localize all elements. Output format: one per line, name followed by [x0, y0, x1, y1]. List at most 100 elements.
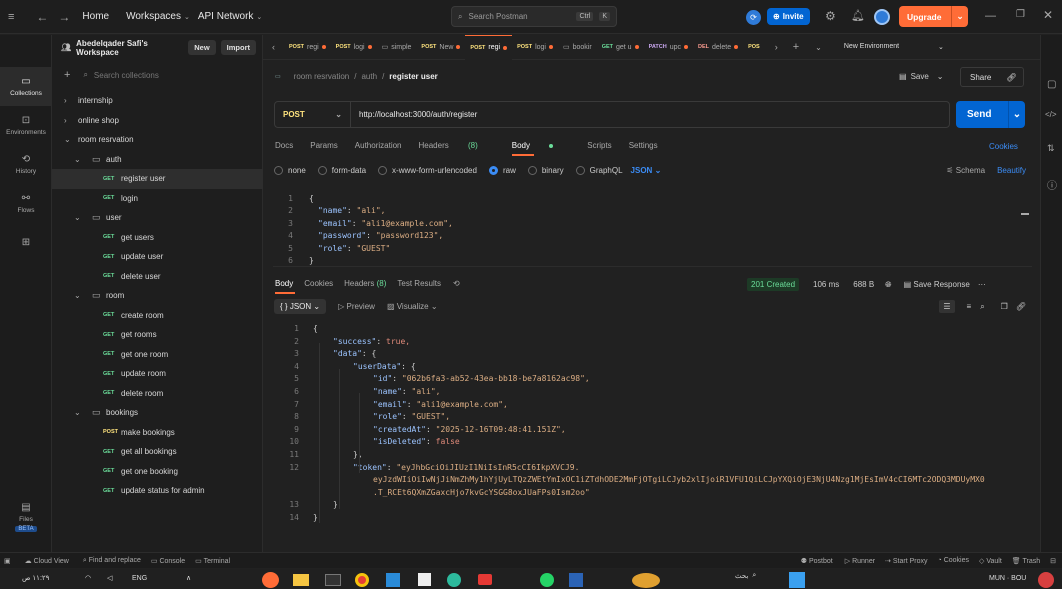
sidebar-request[interactable]: GET delete room [52, 384, 263, 404]
invite-button[interactable]: ⊕ Invite [767, 8, 810, 25]
copy-icon[interactable]: ❐ [1001, 302, 1008, 311]
language-select[interactable]: JSON ⌄ [631, 166, 662, 175]
sidebar-request[interactable]: GET register user [52, 169, 263, 189]
collections-search-input[interactable]: Search collections [94, 71, 159, 80]
environment-selector[interactable]: New Environment ⌄ [844, 43, 944, 51]
cloud-view-button[interactable]: ☁ Cloud View [25, 557, 69, 565]
find-replace-button[interactable]: ⌕ Find and replace [83, 557, 141, 565]
radio-raw[interactable]: raw [488, 166, 516, 176]
sidebar-collection[interactable]: › online shop [52, 111, 263, 131]
sidebar-request[interactable]: GET get users [52, 228, 263, 248]
send-button[interactable]: Send ⌄ [956, 101, 1025, 128]
global-search[interactable]: ⌕ Search Postman Ctrl K [451, 6, 617, 27]
save-response-button[interactable]: ▤ Save Response [904, 280, 970, 289]
vault-button[interactable]: ◇ Vault [979, 557, 1002, 565]
request-tab[interactable]: POS [743, 35, 768, 60]
runner-button[interactable]: ▷ Runner [845, 557, 875, 565]
app-explorer-icon[interactable] [293, 574, 309, 586]
clock[interactable]: ١١:٢٩ ص [22, 574, 49, 582]
request-tab[interactable]: POST logi [331, 35, 377, 60]
url-input[interactable]: http://localhost:3000/auth/register [359, 110, 477, 119]
app-notion-icon[interactable] [418, 573, 431, 586]
link-icon[interactable]: 🔗︎ [1006, 73, 1016, 82]
app-whatsapp-icon[interactable] [540, 573, 554, 587]
request-tab[interactable]: DEL delete [693, 35, 743, 60]
visualize-button[interactable]: ▨ Visualize ⌄ [387, 302, 438, 311]
chevron-up-icon[interactable]: ∧ [186, 574, 191, 582]
sidebar-request[interactable]: GET login [52, 189, 263, 209]
api-network-menu[interactable]: API Network ⌄ [198, 11, 262, 22]
app-word-icon[interactable] [569, 573, 583, 587]
status-badge[interactable]: 201 Created [747, 278, 800, 291]
related-icon[interactable]: ⇅ [1047, 143, 1055, 154]
rail-history[interactable]: ⟲ History [0, 145, 52, 184]
history-icon[interactable]: ⟲ [453, 279, 460, 288]
search-icon[interactable]: ⌕ [980, 302, 984, 312]
tab-body[interactable]: Body [511, 141, 570, 156]
request-tab[interactable]: POST logi [512, 35, 558, 60]
sidebar-request[interactable]: GET create room [52, 306, 263, 326]
filter-icon[interactable]: ≡ [967, 302, 972, 311]
sidebar-collection[interactable]: ⌄ room resrvation [52, 130, 263, 150]
layout-icon[interactable]: ⊟ [1050, 557, 1056, 565]
weather-icon[interactable] [1038, 572, 1054, 588]
request-tab[interactable]: PATCH upc [644, 35, 693, 60]
save-button[interactable]: ▤ Save ⌄ [899, 72, 944, 81]
sidebar-folder[interactable]: ⌄ ▭ auth [52, 150, 263, 170]
wifi-icon[interactable]: ◠ [85, 574, 91, 582]
radio-form-data[interactable]: form-data [317, 166, 366, 176]
add-icon[interactable]: + [64, 69, 70, 81]
resp-tab-test-results[interactable]: Test Results [397, 279, 441, 288]
close-icon[interactable]: ✕ [1043, 8, 1053, 22]
upgrade-button[interactable]: Upgrade ⌄ [899, 6, 968, 27]
request-body-editor[interactable]: 1 {2 "name": "ali", 3 "email": "ali1@example… [273, 192, 1032, 267]
app-postman-icon[interactable] [262, 572, 279, 588]
rail-collections[interactable]: ▭ Collections [0, 67, 52, 106]
resp-tab-cookies[interactable]: Cookies [304, 279, 333, 288]
sidebar-folder[interactable]: ⌄ ▭ bookings [52, 403, 263, 423]
info-icon[interactable]: ⓘ [1047, 177, 1057, 192]
sidebar-collection[interactable]: › internship [52, 91, 263, 111]
sidebar-request[interactable]: GET update status for admin [52, 481, 263, 501]
request-tab[interactable]: POST New [416, 35, 465, 60]
forward-arrow-icon[interactable]: → [58, 10, 70, 24]
chevron-down-icon[interactable]: ⌄ [807, 43, 830, 52]
share-button[interactable]: Share 🔗︎ [960, 67, 1024, 87]
taskbar-search[interactable]: بحث ⌕ [735, 572, 756, 580]
app-youtube-icon[interactable] [478, 574, 492, 585]
maximize-icon[interactable]: ❐ [1016, 9, 1025, 20]
globe-icon[interactable]: 🌐︎ [885, 280, 891, 290]
home-link[interactable]: Home [82, 11, 109, 22]
resp-tab-body[interactable]: Body [275, 279, 295, 294]
request-tab[interactable]: ▭ simple [377, 35, 417, 60]
rail-flows[interactable]: ⚯ Flows [0, 184, 52, 223]
cookies-link[interactable]: Cookies [989, 142, 1018, 151]
workspace-name[interactable]: Abedelqader Safi's Workspace [76, 39, 188, 57]
tab-docs[interactable]: Docs [275, 141, 293, 150]
start-windows-icon[interactable] [789, 572, 805, 588]
volume-icon[interactable]: ◁ [107, 574, 112, 582]
cookies-button[interactable]: ◔ Cookies [938, 557, 969, 564]
radio-binary[interactable]: binary [527, 166, 564, 176]
chevron-down-icon[interactable]: ⌄ [951, 6, 968, 27]
notifications-bell-icon[interactable]: 🔔︎ [851, 9, 865, 22]
radio-none[interactable]: none [274, 166, 306, 176]
sidebar-request[interactable]: GET update user [52, 247, 263, 267]
sync-icon[interactable]: ⟳ [746, 10, 761, 25]
preview-button[interactable]: ▷ Preview [338, 302, 375, 311]
response-time[interactable]: 106 ms [813, 280, 839, 289]
radio-urlencoded[interactable]: x-www-form-urlencoded [378, 166, 477, 176]
import-button[interactable]: Import [220, 40, 256, 55]
tab-settings[interactable]: Settings [629, 141, 658, 150]
settings-gear-icon[interactable]: ⚙ [825, 9, 836, 23]
tab-scripts[interactable]: Scripts [587, 141, 611, 150]
chevron-down-icon[interactable]: ⌄ [1008, 101, 1025, 128]
tab-authorization[interactable]: Authorization [355, 141, 402, 150]
comments-icon[interactable]: ▢ [1047, 79, 1056, 90]
sidebar-request[interactable]: POST make bookings [52, 423, 263, 443]
more-icon[interactable]: ··· [978, 280, 986, 289]
sidebar-request[interactable]: GET get one booking [52, 462, 263, 482]
request-tab[interactable]: POST regi [465, 34, 513, 60]
request-tab[interactable]: ▭ bookir [558, 35, 597, 60]
sidebar-request[interactable]: GET get one room [52, 345, 263, 365]
